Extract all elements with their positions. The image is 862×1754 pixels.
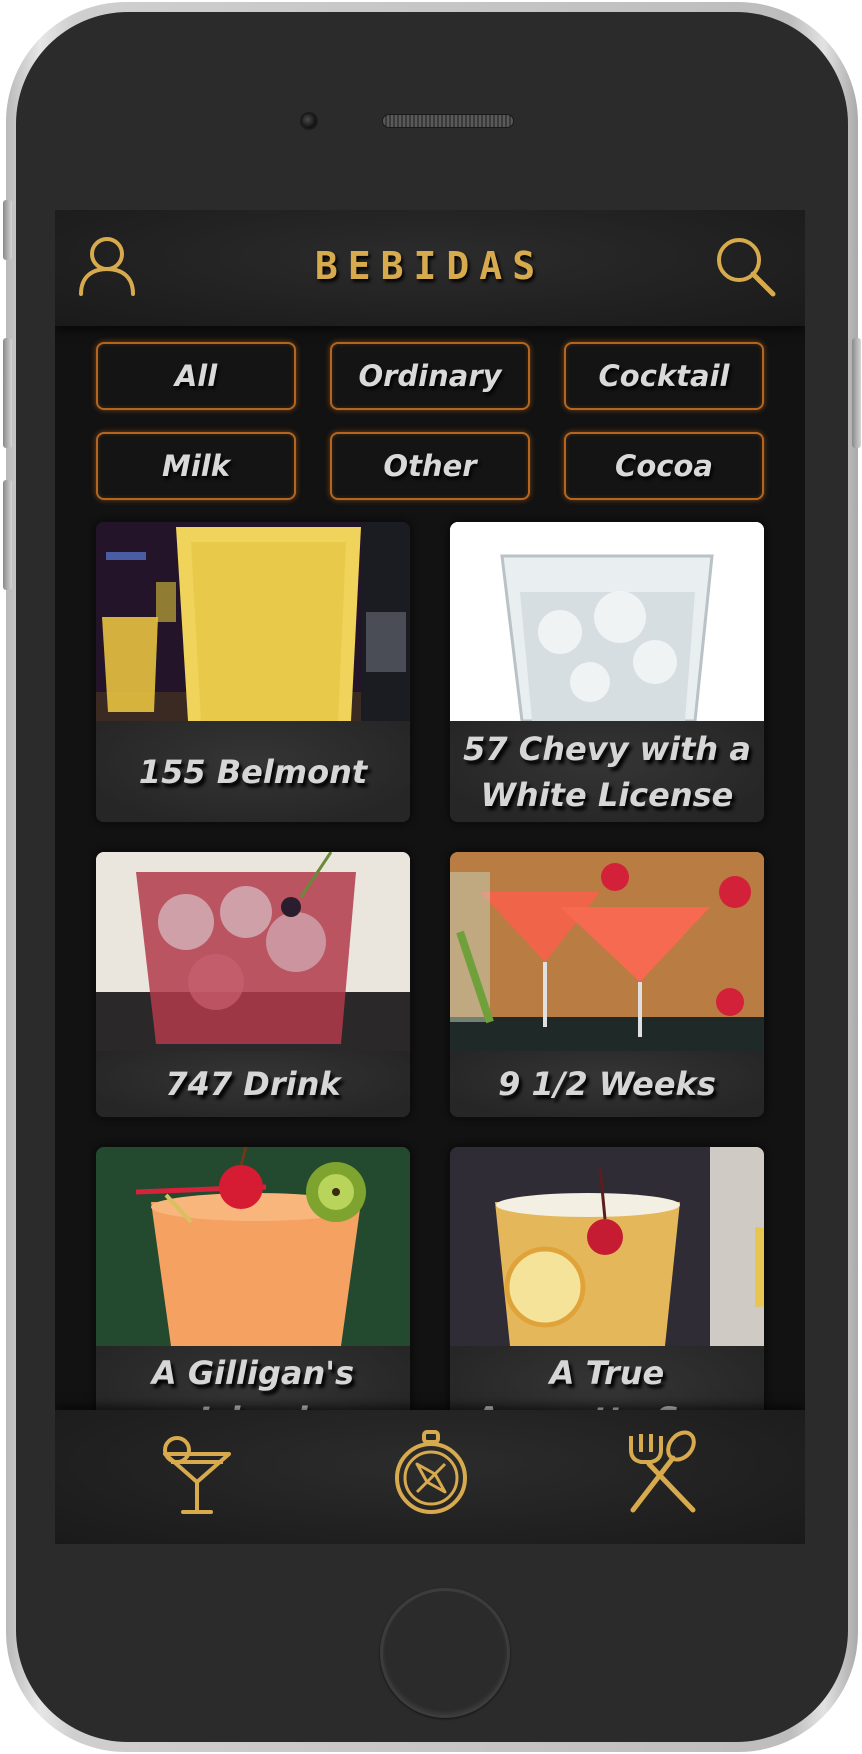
filter-milk[interactable]: Milk [96,432,296,500]
front-camera [300,112,318,130]
volume-up-button [3,338,12,448]
drink-image [450,522,764,721]
page-title: BEBIDAS [314,244,546,288]
power-button [852,338,861,448]
drink-image [96,852,410,1051]
cocktail-glass-icon[interactable] [159,1430,235,1520]
drink-card[interactable]: 57 Chevy with a White License [450,522,764,822]
drink-name: 57 Chevy with a White License [450,721,764,822]
app-screen: BEBIDAS All Ordinary Cocktail Milk Other… [55,210,805,1544]
drink-card[interactable]: 747 Drink [96,852,410,1117]
volume-down-button [3,480,12,590]
bottom-tab-bar [55,1410,805,1544]
earpiece-speaker [382,114,514,128]
drink-image [450,1147,764,1346]
compass-icon[interactable] [393,1430,469,1520]
drink-name: 747 Drink [96,1051,410,1117]
drink-card[interactable]: A Gilligan's Island [96,1147,410,1447]
drink-image [96,1147,410,1346]
category-filters: All Ordinary Cocktail Milk Other Cocoa [96,342,764,500]
drink-image [96,522,410,721]
drink-grid: 155 Belmont 57 Chevy with a White Licens… [96,522,764,1477]
filter-cocoa[interactable]: Cocoa [564,432,764,500]
top-bar: BEBIDAS [55,210,805,326]
fork-spoon-icon[interactable] [625,1430,701,1520]
filter-other[interactable]: Other [330,432,530,500]
filter-all[interactable]: All [96,342,296,410]
drink-card[interactable]: 155 Belmont [96,522,410,822]
drink-name: 155 Belmont [96,721,410,822]
drink-card[interactable]: 9 1/2 Weeks [450,852,764,1117]
filter-ordinary[interactable]: Ordinary [330,342,530,410]
drink-name: 9 1/2 Weeks [450,1051,764,1117]
drink-card[interactable]: A True Amaretto Sour [450,1147,764,1447]
drink-image [450,852,764,1051]
filter-cocktail[interactable]: Cocktail [564,342,764,410]
search-icon[interactable] [713,234,777,302]
mute-switch [3,200,12,260]
home-button[interactable] [380,1588,510,1718]
